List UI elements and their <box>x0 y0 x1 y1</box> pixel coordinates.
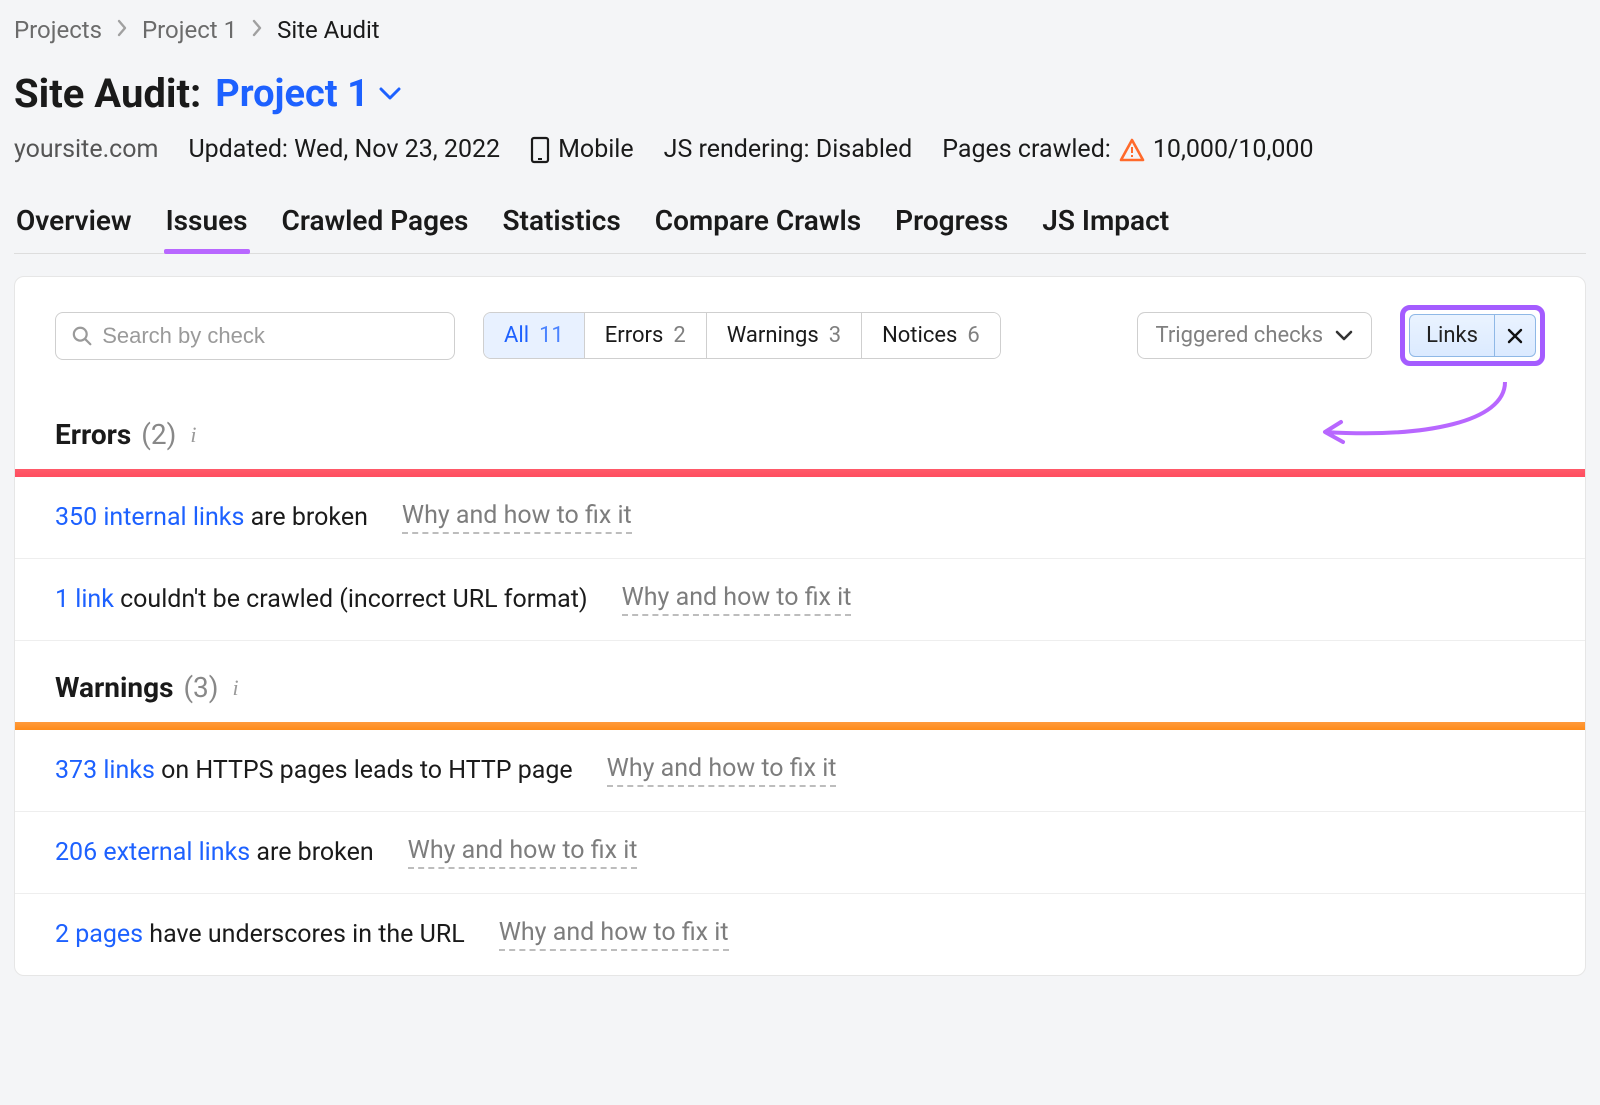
breadcrumb-project[interactable]: Project 1 <box>142 16 237 44</box>
issue-row: 2 pages have underscores in the URL Why … <box>15 894 1585 975</box>
filter-chip-highlight: Links <box>1400 305 1545 366</box>
issue-row: 206 external links are broken Why and ho… <box>15 812 1585 894</box>
page-title-row: Site Audit: Project 1 <box>14 54 1586 135</box>
tab-compare-crawls[interactable]: Compare Crawls <box>653 194 863 253</box>
tab-js-impact[interactable]: JS Impact <box>1040 194 1171 253</box>
errors-bar <box>15 469 1585 477</box>
issue-link[interactable]: 206 external links <box>55 838 250 867</box>
meta-crawled: Pages crawled: 10,000/10,000 <box>942 135 1313 164</box>
tab-progress[interactable]: Progress <box>893 194 1010 253</box>
why-fix-link[interactable]: Why and how to fix it <box>622 583 852 616</box>
chevron-down-icon <box>1335 330 1353 342</box>
triggered-checks-dropdown[interactable]: Triggered checks <box>1137 312 1373 359</box>
project-dropdown[interactable]: Project 1 <box>215 72 401 116</box>
issue-desc: are broken <box>250 838 374 867</box>
filter-chip-links[interactable]: Links <box>1409 314 1536 357</box>
chevron-right-icon <box>116 18 128 43</box>
page-title: Site Audit: <box>14 70 201 117</box>
issue-row: 373 links on HTTPS pages leads to HTTP p… <box>15 730 1585 812</box>
chevron-right-icon <box>251 18 263 43</box>
tab-statistics[interactable]: Statistics <box>500 194 622 253</box>
mobile-icon <box>530 136 550 164</box>
info-icon[interactable]: i <box>229 675 239 701</box>
why-fix-link[interactable]: Why and how to fix it <box>499 918 729 951</box>
issue-desc: are broken <box>244 503 368 532</box>
warnings-section-header: Warnings (3) i <box>15 641 1585 722</box>
search-input[interactable] <box>102 323 438 349</box>
info-icon[interactable]: i <box>186 422 196 448</box>
close-icon <box>1507 328 1523 344</box>
issue-row: 1 link couldn't be crawled (incorrect UR… <box>15 559 1585 641</box>
project-dropdown-label: Project 1 <box>215 72 369 116</box>
issue-desc: have underscores in the URL <box>143 920 465 949</box>
why-fix-link[interactable]: Why and how to fix it <box>402 501 632 534</box>
seg-warnings-label: Warnings <box>727 323 819 348</box>
seg-all[interactable]: All 11 <box>484 313 585 358</box>
severity-segment: All 11 Errors 2 Warnings 3 Notices 6 <box>483 312 1001 359</box>
issues-card: All 11 Errors 2 Warnings 3 Notices 6 Tri… <box>14 276 1586 976</box>
issue-row: 350 internal links are broken Why and ho… <box>15 477 1585 559</box>
tab-crawled-pages[interactable]: Crawled Pages <box>280 194 471 253</box>
filter-chip-remove[interactable] <box>1494 315 1535 356</box>
meta-js: JS rendering: Disabled <box>664 135 913 164</box>
issue-link[interactable]: 373 links <box>55 756 155 785</box>
meta-updated: Updated: Wed, Nov 23, 2022 <box>188 135 500 164</box>
breadcrumb-projects[interactable]: Projects <box>14 16 102 44</box>
search-icon <box>72 325 92 347</box>
warning-triangle-icon <box>1119 138 1145 162</box>
why-fix-link[interactable]: Why and how to fix it <box>607 754 837 787</box>
seg-errors-count: 2 <box>673 323 685 348</box>
search-input-wrap[interactable] <box>55 312 455 360</box>
seg-notices-count: 6 <box>967 323 979 348</box>
triggered-checks-label: Triggered checks <box>1156 323 1324 348</box>
errors-count: (2) <box>141 418 176 451</box>
errors-label: Errors <box>55 418 131 451</box>
warnings-count: (3) <box>183 671 218 704</box>
site-domain: yoursite.com <box>14 135 158 164</box>
meta-row: yoursite.com Updated: Wed, Nov 23, 2022 … <box>14 135 1586 194</box>
issue-link[interactable]: 2 pages <box>55 920 143 949</box>
warnings-bar <box>15 722 1585 730</box>
issue-desc: couldn't be crawled (incorrect URL forma… <box>114 585 588 614</box>
tab-overview[interactable]: Overview <box>14 194 134 253</box>
issues-toolbar: All 11 Errors 2 Warnings 3 Notices 6 Tri… <box>15 277 1585 388</box>
warnings-label: Warnings <box>55 671 173 704</box>
breadcrumb: Projects Project 1 Site Audit <box>14 10 1586 54</box>
tab-issues[interactable]: Issues <box>164 194 250 253</box>
issue-desc: on HTTPS pages leads to HTTP page <box>155 756 573 785</box>
meta-crawled-value: 10,000/10,000 <box>1153 135 1314 164</box>
seg-warnings[interactable]: Warnings 3 <box>707 313 862 358</box>
seg-warnings-count: 3 <box>829 323 841 348</box>
meta-device-label: Mobile <box>558 135 634 164</box>
seg-errors[interactable]: Errors 2 <box>585 313 707 358</box>
meta-device: Mobile <box>530 135 634 164</box>
seg-all-count: 11 <box>539 323 564 348</box>
issue-link[interactable]: 350 internal links <box>55 503 244 532</box>
filter-chip-label: Links <box>1410 315 1494 356</box>
tabs: Overview Issues Crawled Pages Statistics… <box>14 194 1586 254</box>
meta-crawled-label: Pages crawled: <box>942 135 1111 164</box>
why-fix-link[interactable]: Why and how to fix it <box>408 836 638 869</box>
seg-all-label: All <box>504 323 529 348</box>
chevron-down-icon <box>379 87 401 101</box>
issue-link[interactable]: 1 link <box>55 585 114 614</box>
breadcrumb-current: Site Audit <box>277 16 380 44</box>
seg-errors-label: Errors <box>605 323 664 348</box>
seg-notices[interactable]: Notices 6 <box>862 313 1000 358</box>
seg-notices-label: Notices <box>882 323 957 348</box>
